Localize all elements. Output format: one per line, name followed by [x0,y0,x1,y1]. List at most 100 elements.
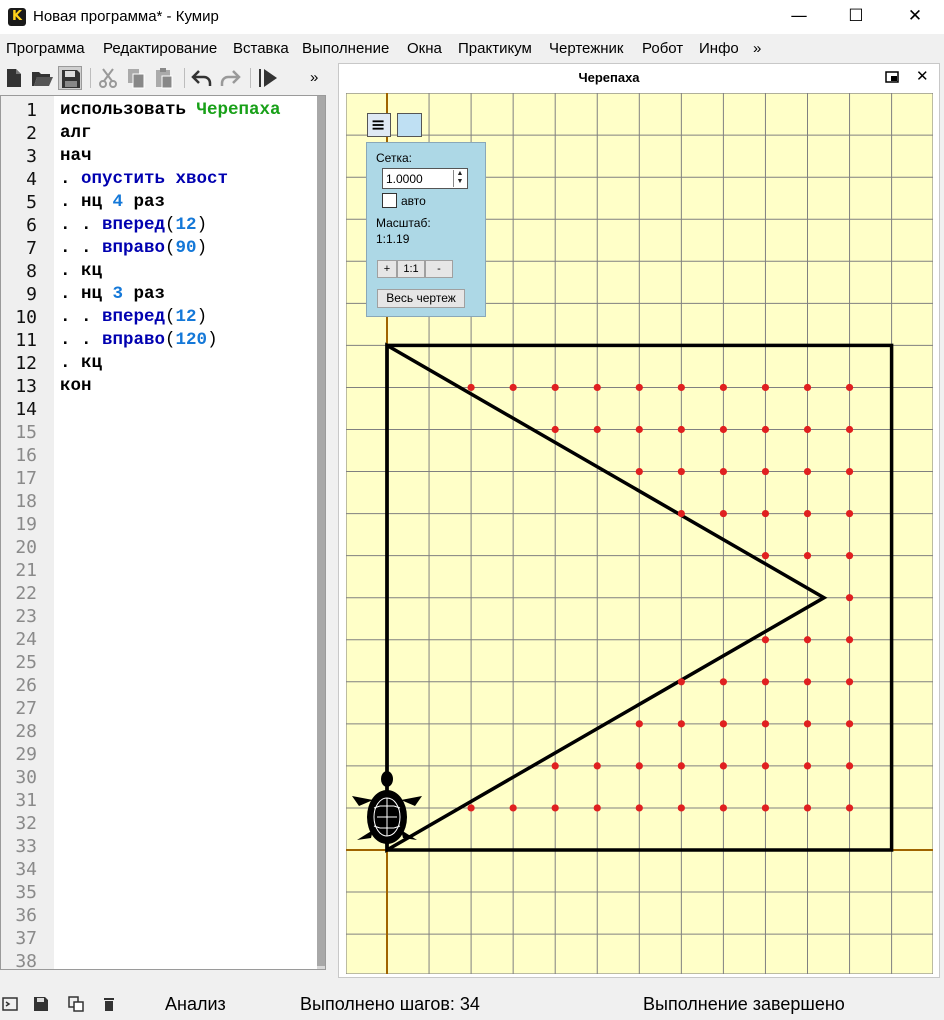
code-line[interactable]: использовать Черепаха [60,100,281,120]
lattice-point [845,510,854,518]
lattice-point [677,678,685,686]
new-file-icon[interactable] [2,66,26,90]
lattice-point [635,804,643,812]
close-window-button[interactable]: ✕ [886,0,944,34]
run-icon[interactable] [256,66,280,90]
lattice-point [635,762,643,770]
code-line[interactable]: . . вправо(90) [60,238,207,258]
line-number: 24 [15,629,37,650]
spin-arrows-icon[interactable]: ▲ ▼ [453,170,466,187]
line-number: 26 [15,675,37,696]
close-panel-button[interactable]: ✕ [916,67,929,85]
code-line[interactable]: . . вперед(12) [60,307,207,327]
editor-scrollbar-thumb[interactable] [317,96,325,966]
line-number: 20 [15,537,37,558]
menu-robot[interactable]: Робот [642,40,683,57]
line-number: 6 [26,215,37,236]
zoom-in-button[interactable]: + [377,260,397,278]
lattice-point [719,720,727,728]
zoom-out-button[interactable]: - [425,260,453,278]
redo-icon[interactable] [218,66,242,90]
maximize-button[interactable]: ☐ [827,0,885,34]
line-number: 8 [26,261,37,282]
copy-output-icon[interactable] [68,996,84,1012]
menu-practicum[interactable]: Практикум [458,40,532,57]
lattice-point [803,804,812,812]
menu-run[interactable]: Выполнение [302,40,389,57]
lattice-point [719,467,727,476]
menu-program[interactable]: Программа [6,40,85,57]
toolbar-separator [90,68,91,88]
code-line[interactable]: . . вперед(12) [60,215,207,235]
lattice-point [803,383,812,392]
zoom-reset-button[interactable]: 1:1 [397,260,425,278]
lattice-point [845,552,854,560]
auto-checkbox[interactable] [382,193,397,208]
lattice-point [761,678,770,686]
code-line[interactable]: . кц [60,353,102,373]
lattice-point [719,383,727,392]
line-number: 27 [15,698,37,719]
code-token: . нц [60,192,113,212]
menu-drawer[interactable]: Чертежник [549,40,624,57]
code-line[interactable]: . нц 3 раз [60,284,165,304]
menu-windows[interactable]: Окна [407,40,442,57]
line-number: 37 [15,928,37,949]
paste-icon[interactable] [152,66,176,90]
undo-icon[interactable] [190,66,214,90]
status-state: Выполнение завершено [643,994,845,1014]
lattice-point [551,804,559,812]
menu-info[interactable]: Инфо [699,40,739,57]
code-token: использовать [60,100,197,120]
line-number: 12 [15,353,37,374]
trash-icon[interactable] [101,996,117,1012]
code-token: ) [207,330,218,350]
toolbar: » [0,63,330,93]
fit-drawing-button[interactable]: Весь чертеж [377,289,465,308]
open-folder-icon[interactable] [30,66,54,90]
code-token: . . [60,238,103,258]
code-line[interactable]: . кц [60,261,102,281]
line-number: 38 [15,951,37,970]
code-token: . . [60,330,103,350]
lattice-point [719,425,727,434]
code-line[interactable]: кон [60,376,92,396]
line-number: 10 [15,307,37,328]
line-number: 21 [15,560,37,581]
menu-insert[interactable]: Вставка [233,40,289,57]
undock-icon[interactable] [885,70,899,84]
lattice-point [551,383,559,392]
minimize-button[interactable]: — [770,0,828,34]
line-number: 7 [26,238,37,259]
save-output-icon[interactable] [33,996,49,1012]
code-editor[interactable]: 1 2 3 4 5 6 7 8 9 10 11 12 13 14 15 16 17 18 19 20 21 22 23 24 2… [0,95,326,970]
line-number: 23 [15,606,37,627]
toolbar-overflow[interactable]: » [310,69,318,86]
lattice-point [719,510,727,518]
menu-overflow[interactable]: » [753,40,761,57]
lattice-point [677,383,685,392]
lattice-point [803,636,812,644]
menu-edit[interactable]: Редактирование [103,40,217,57]
line-number: 33 [15,836,37,857]
grid-spinbox[interactable]: 1.0000 ▲ ▼ [382,168,468,189]
line-number: 29 [15,744,37,765]
code-line[interactable]: нач [60,146,92,166]
cut-icon[interactable] [96,66,120,90]
lattice-point [761,720,770,728]
color-swatch-button[interactable] [397,113,422,137]
lattice-point [803,425,812,434]
line-number: 15 [15,422,37,443]
line-number: 32 [15,813,37,834]
grid-settings-popup: Сетка: 1.0000 ▲ ▼ авто Масштаб: 1:1.19 + … [366,142,486,317]
lattice-point [803,720,812,728]
menu-icon[interactable] [367,113,391,137]
code-line[interactable]: . опустить хвост [60,169,228,189]
copy-icon[interactable] [124,66,148,90]
code-line[interactable]: алг [60,123,92,143]
code-line[interactable]: . . вправо(120) [60,330,218,350]
lattice-point [845,425,854,434]
code-line[interactable]: . нц 4 раз [60,192,165,212]
console-icon[interactable] [2,996,18,1012]
save-icon[interactable] [58,66,82,90]
